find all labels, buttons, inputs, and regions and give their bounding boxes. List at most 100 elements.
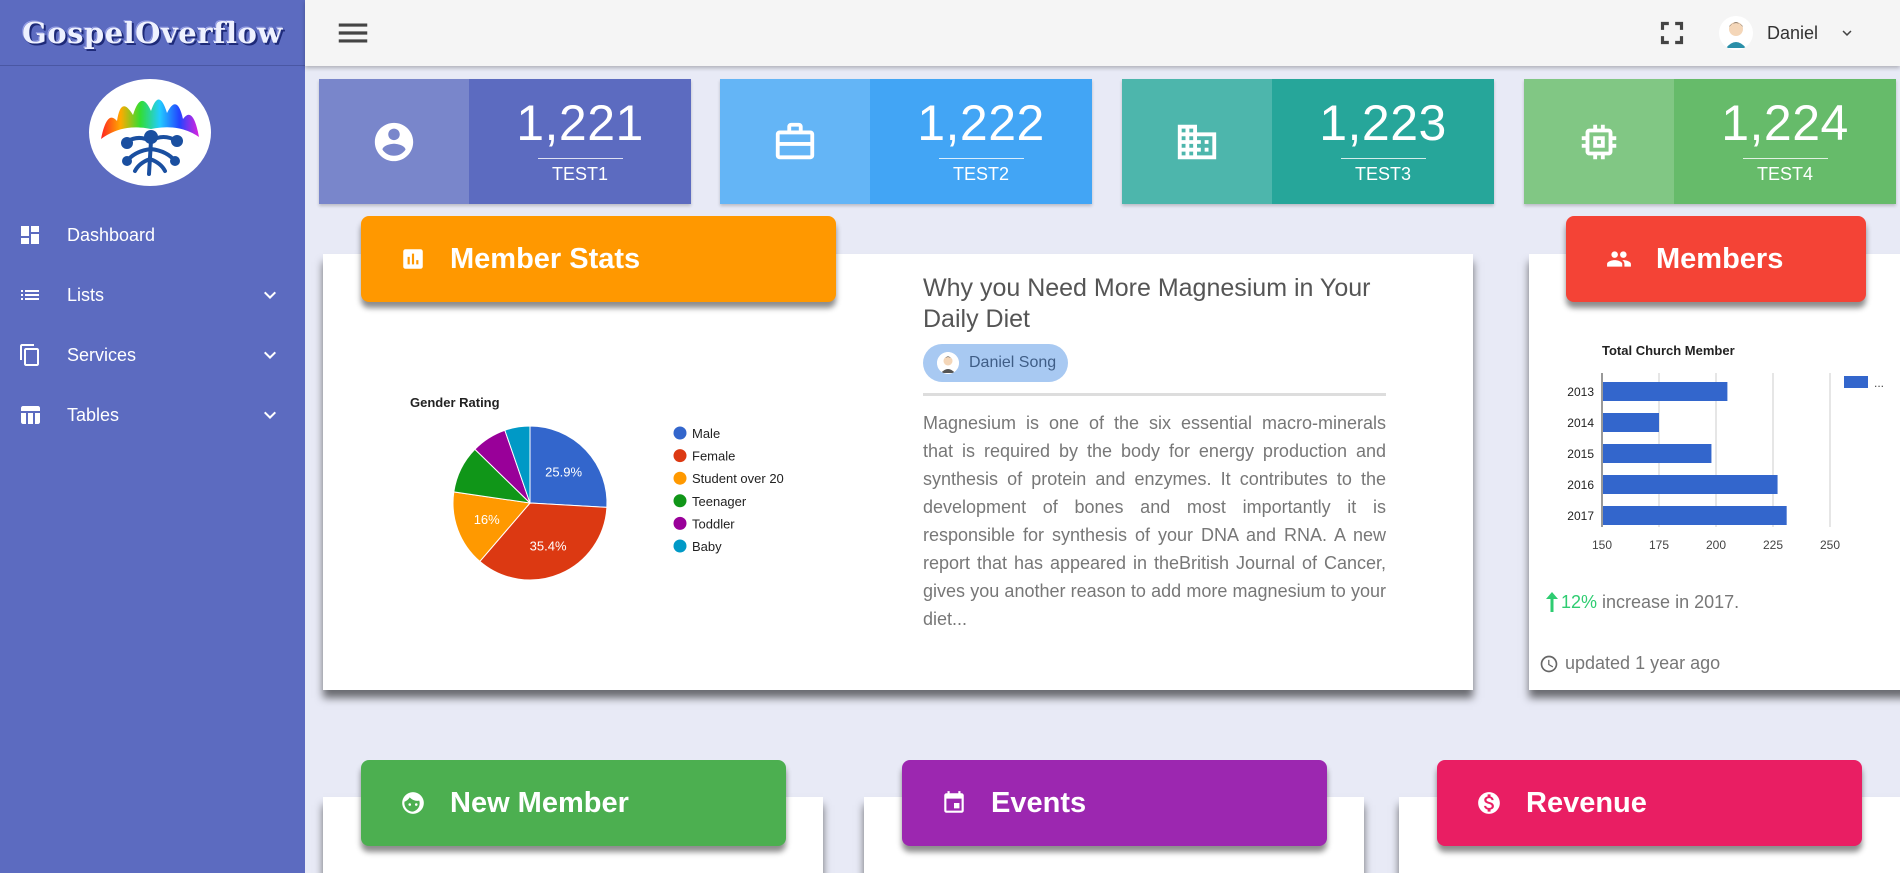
chevron-down-icon [264,351,276,359]
legend-label: Toddler [692,516,735,531]
author-avatar [937,352,959,374]
people-icon [1607,251,1631,267]
increase-text: increase in 2017. [1602,591,1740,612]
briefcase-icon [775,122,815,159]
stat-tile-test2[interactable]: 1,222 TEST2 [720,79,1092,204]
menu-toggle-button[interactable] [334,14,372,52]
sidebar-item-label: Lists [67,284,105,305]
tile-value: 1,221 [516,95,644,151]
x-tick-label: 150 [1592,538,1612,552]
church-logo [89,79,211,186]
y-tick-label: 2015 [1567,447,1594,461]
x-tick-label: 250 [1820,538,1840,552]
legend-swatch [673,426,687,440]
tile-label: TEST3 [1354,164,1411,184]
bar-2014[interactable] [1603,413,1659,432]
revenue-header: Revenue [1437,760,1862,846]
member-stats-title: Member Stats [450,242,641,275]
clock-icon [1540,655,1558,672]
member-stats-header: Member Stats [361,216,836,302]
sidebar: GospelOverflow Dashboard Lists Services … [0,0,305,873]
y-tick-label: 2017 [1567,509,1594,523]
tile-value-area: 1,224 TEST4 [1674,79,1896,204]
tile-value-area: 1,221 TEST1 [469,79,691,204]
sidebar-item-label: Dashboard [67,224,156,245]
y-tick-label: 2016 [1567,478,1594,492]
building-icon [1177,124,1217,159]
stat-tile-test3[interactable]: 1,223 TEST3 [1122,79,1494,204]
user-menu[interactable]: Daniel [1719,10,1856,56]
chevron-down-icon [264,411,276,419]
legend-label: Student over 20 [692,471,784,486]
baby-face-icon [402,792,424,814]
x-tick-label: 225 [1763,538,1783,552]
tile-value: 1,222 [917,95,1045,151]
tile-icon-area [1524,79,1674,204]
gender-rating-pie-chart: Gender Rating 25.9% 35.4% 16% Male Female St… [410,395,784,581]
sidebar-item-lists[interactable]: Lists [0,270,305,320]
bar-2016[interactable] [1603,475,1778,494]
events-title: Events [991,786,1087,819]
new-member-header: New Member [361,760,786,846]
user-name: Daniel [1767,22,1819,43]
sidebar-item-services[interactable]: Services [0,330,305,380]
bar-2017[interactable] [1603,506,1787,525]
x-axis-ticks: 150 175 200 225 250 [1592,538,1840,552]
chevron-down-icon [1842,30,1852,36]
brand-bar: GospelOverflow [0,0,305,66]
article-body: Magnesium is one of the six essential ma… [923,413,1386,629]
copy-icon [20,344,39,366]
hamburger-icon [338,23,368,43]
tile-value-area: 1,223 TEST3 [1272,79,1494,204]
members-increase-note: 12% increase in 2017. [1545,591,1739,613]
chart-title: Total Church Member [1602,343,1735,358]
tile-value: 1,224 [1721,95,1849,151]
revenue-title: Revenue [1526,786,1647,819]
account-circle-icon [374,122,414,161]
x-tick-label: 200 [1706,538,1726,552]
tile-icon-area [720,79,870,204]
tile-label: TEST4 [1756,164,1813,184]
arrow-up-icon [1546,592,1558,612]
tile-label: TEST1 [551,164,608,184]
stat-tile-test4[interactable]: 1,224 TEST4 [1524,79,1896,204]
pie-slice-label: 35.4% [530,539,567,554]
list-icon [21,290,39,300]
brand-title[interactable]: GospelOverflow [22,16,283,50]
legend-label: Male [692,426,720,441]
pie-slice-label: 25.9% [545,464,582,479]
article-divider [923,393,1386,396]
new-member-title: New Member [450,786,629,819]
pie-slices: 25.9% 35.4% 16% [452,425,608,581]
avatar [1719,16,1753,50]
author-name: Daniel Song [969,354,1057,371]
stat-tile-test1[interactable]: 1,221 TEST1 [319,79,691,204]
chart-legend: ... [1844,376,1884,390]
legend-swatch [673,471,687,485]
bar-chart-icon [403,249,423,269]
chevron-down-icon [264,291,276,299]
sidebar-item-dashboard[interactable]: Dashboard [0,210,305,260]
dollar-icon [1478,792,1500,814]
legend-swatch [673,516,687,530]
updated-text: updated 1 year ago [1565,653,1721,673]
bar-2013[interactable] [1603,382,1728,401]
chip-icon [1581,124,1617,159]
tile-value: 1,223 [1319,95,1447,151]
article-title[interactable]: Why you Need More Magnesium in Your Dail… [923,273,1393,335]
updated-note: updated 1 year ago [1539,653,1720,674]
tile-icon-area [319,79,469,204]
x-tick-label: 175 [1649,538,1669,552]
fullscreen-icon [1660,21,1684,45]
topbar: Daniel [305,0,1900,66]
tile-value-area: 1,222 TEST2 [870,79,1092,204]
fullscreen-button[interactable] [1653,14,1691,52]
bar-2015[interactable] [1603,444,1712,463]
members-header: Members [1566,216,1866,302]
sidebar-item-tables[interactable]: Tables [0,390,305,440]
pie-slice-label: 16% [474,512,500,527]
tile-icon-area [1122,79,1272,204]
tile-divider [537,158,623,159]
author-chip[interactable]: Daniel Song [923,344,1069,382]
chart-bars [1603,382,1787,525]
